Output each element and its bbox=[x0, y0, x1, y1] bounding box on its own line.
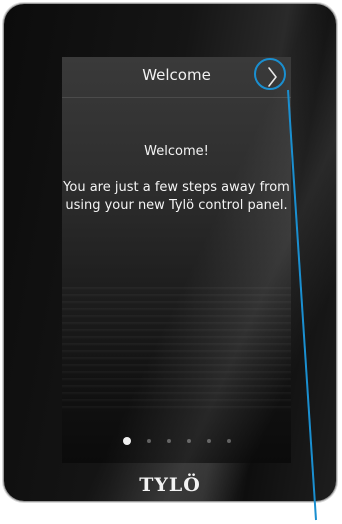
stage: Welcome Welcome! You are just a few step… bbox=[0, 0, 342, 524]
callout-leader-line bbox=[287, 89, 317, 521]
